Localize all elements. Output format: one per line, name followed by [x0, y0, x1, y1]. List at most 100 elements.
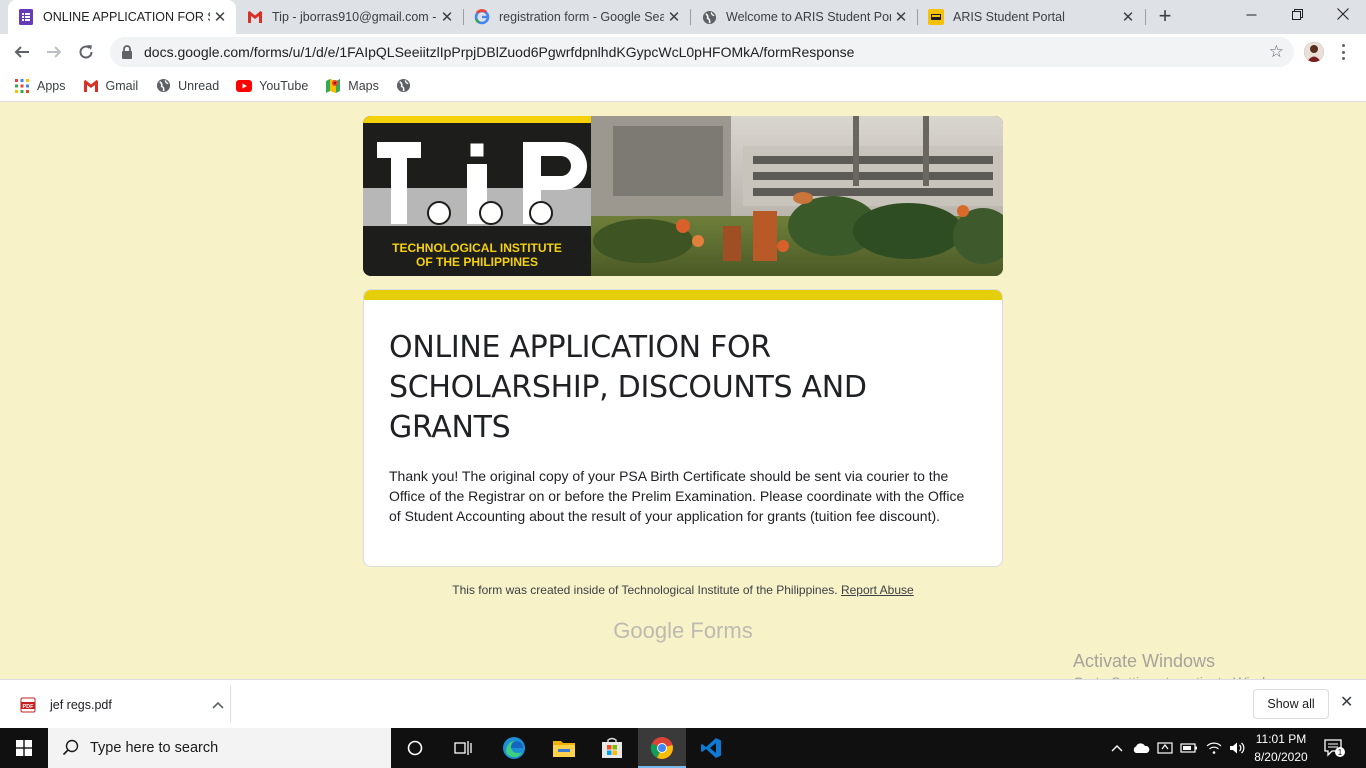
bookmark-maps[interactable]: Maps — [325, 78, 379, 94]
show-all-button[interactable]: Show all — [1253, 689, 1329, 719]
new-tab-button[interactable]: + — [1154, 5, 1176, 27]
onedrive-tray-icon[interactable] — [1130, 728, 1152, 768]
gmail-icon — [83, 78, 99, 94]
tab-title: Welcome to ARIS Student Portal — [726, 10, 891, 24]
bookmarks-bar: Apps Gmail Unread YouTube Maps — [0, 70, 1366, 102]
tab-aris-portal[interactable]: ARIS Student Portal ✕ — [918, 0, 1144, 34]
clock-time: 11:01 PM — [1255, 732, 1307, 746]
bookmark-gmail[interactable]: Gmail — [83, 78, 139, 94]
bookmark-youtube[interactable]: YouTube — [236, 78, 308, 94]
clock-date: 8/20/2020 — [1254, 750, 1308, 764]
notification-icon: 1 — [1324, 739, 1345, 757]
bookmark-label: Maps — [348, 78, 379, 93]
arrow-right-icon — [47, 46, 62, 58]
created-inside-text: This form was created inside of Technolo… — [452, 583, 838, 597]
pdf-file-icon: PDF — [20, 696, 36, 714]
svg-text:1: 1 — [1338, 748, 1343, 757]
bookmark-globe[interactable] — [396, 78, 419, 94]
close-icon[interactable]: ✕ — [1340, 692, 1353, 712]
file-explorer-taskbar-icon[interactable] — [540, 728, 588, 768]
tip-logo-icon — [928, 9, 944, 25]
restore-button[interactable] — [1274, 0, 1320, 30]
tab-gmail[interactable]: Tip - jborras910@gmail.com - Gmail ✕ — [237, 0, 463, 34]
report-abuse-link[interactable]: Report Abuse — [841, 583, 914, 597]
google-icon — [474, 9, 490, 25]
microsoft-store-taskbar-icon[interactable] — [588, 728, 636, 768]
logo-line-1: TECHNOLOGICAL INSTITUTE — [392, 241, 562, 255]
minimize-button[interactable] — [1228, 0, 1274, 30]
wifi-tray-icon[interactable] — [1203, 728, 1225, 768]
chrome-taskbar-icon[interactable] — [638, 728, 686, 768]
search-placeholder: Type here to search — [90, 740, 219, 756]
globe-icon — [701, 9, 717, 25]
arrow-left-icon — [14, 46, 29, 58]
google-forms-icon — [18, 9, 34, 25]
taskbar-search-box[interactable]: Type here to search — [48, 728, 391, 768]
back-button[interactable] — [8, 38, 36, 66]
forms-wordmark: Forms — [690, 618, 753, 643]
logo-line-2: OF THE PHILIPPINES — [416, 255, 538, 269]
vscode-taskbar-icon[interactable] — [687, 728, 735, 768]
download-separator — [230, 686, 231, 722]
action-center-button[interactable]: 1 — [1318, 728, 1352, 768]
security-tray-icon[interactable] — [1154, 728, 1176, 768]
taskbar-clock[interactable]: 11:01 PM 8/20/2020 — [1248, 730, 1314, 766]
bookmark-apps[interactable]: Apps — [14, 78, 66, 94]
bookmark-unread[interactable]: Unread — [155, 78, 219, 94]
tab-online-application[interactable]: ONLINE APPLICATION FOR SCHOLARSHIP ✕ — [8, 0, 236, 34]
form-title: ONLINE APPLICATION FOR SCHOLARSHIP, DISC… — [389, 330, 867, 445]
close-icon[interactable]: ✕ — [437, 8, 457, 26]
chevron-up-icon — [1111, 745, 1123, 752]
close-icon[interactable]: ✕ — [1118, 8, 1138, 26]
more-menu-icon[interactable] — [1338, 42, 1348, 62]
globe-icon — [396, 78, 412, 94]
windows-taskbar: Type here to search 11:01 PM 8/20/2020 1 — [0, 728, 1366, 768]
volume-tray-icon[interactable] — [1226, 728, 1248, 768]
download-bar: PDF jef regs.pdf Show all ✕ — [0, 679, 1366, 728]
close-icon[interactable]: ✕ — [891, 8, 911, 26]
tab-google-search[interactable]: registration form - Google Search ✕ — [464, 0, 690, 34]
url-text: docs.google.com/forms/u/1/d/e/1FAIpQLSee… — [144, 44, 855, 60]
confirmation-message: Thank you! The original copy of your PSA… — [389, 468, 965, 524]
tab-aris-welcome[interactable]: Welcome to ARIS Student Portal ✕ — [691, 0, 917, 34]
close-icon[interactable]: ✕ — [664, 8, 684, 26]
google-forms-logo[interactable]: Google Forms — [0, 618, 1366, 644]
form-footer: This form was created inside of Technolo… — [0, 583, 1366, 597]
google-wordmark: Google — [613, 618, 685, 643]
search-icon — [62, 739, 79, 756]
tab-separator — [1145, 9, 1146, 25]
page-content: TECHNOLOGICAL INSTITUTE OF THE PHILIPPIN… — [0, 103, 1366, 690]
gmail-icon — [247, 9, 263, 25]
tab-title: registration form - Google Search — [499, 10, 664, 24]
profile-avatar[interactable] — [1304, 42, 1324, 62]
cortana-circle-icon — [407, 740, 423, 756]
svg-text:PDF: PDF — [23, 704, 35, 710]
address-bar[interactable]: docs.google.com/forms/u/1/d/e/1FAIpQLSee… — [110, 37, 1294, 67]
tab-title: ARIS Student Portal — [953, 10, 1065, 24]
bookmark-label: Unread — [178, 78, 220, 93]
browser-toolbar: docs.google.com/forms/u/1/d/e/1FAIpQLSee… — [0, 34, 1366, 70]
windows-start-button[interactable] — [0, 728, 48, 768]
reload-button[interactable] — [72, 38, 100, 66]
task-view-button[interactable] — [439, 728, 487, 768]
edge-taskbar-icon[interactable] — [490, 728, 538, 768]
close-window-button[interactable] — [1320, 0, 1366, 30]
download-file-name: jef regs.pdf — [50, 698, 112, 712]
close-icon[interactable]: ✕ — [210, 8, 230, 26]
tab-title: ONLINE APPLICATION FOR SCHOLARSHIP — [43, 10, 210, 24]
globe-icon — [155, 78, 171, 94]
forward-button[interactable] — [40, 38, 68, 66]
download-item[interactable]: PDF jef regs.pdf — [12, 688, 230, 722]
battery-tray-icon[interactable] — [1178, 728, 1200, 768]
chevron-up-icon[interactable] — [206, 701, 230, 709]
cortana-button[interactable] — [391, 728, 439, 768]
maps-icon — [325, 78, 341, 94]
show-hidden-icons-button[interactable] — [1106, 728, 1128, 768]
bookmark-label: Gmail — [105, 78, 139, 93]
form-confirmation-card: ONLINE APPLICATION FOR SCHOLARSHIP, DISC… — [363, 289, 1003, 567]
task-view-icon — [454, 741, 472, 755]
windows-logo-icon — [16, 740, 32, 756]
youtube-icon — [236, 78, 253, 94]
form-header-banner: TECHNOLOGICAL INSTITUTE OF THE PHILIPPIN… — [363, 116, 1003, 276]
bookmark-star-icon[interactable]: ☆ — [1269, 42, 1284, 62]
